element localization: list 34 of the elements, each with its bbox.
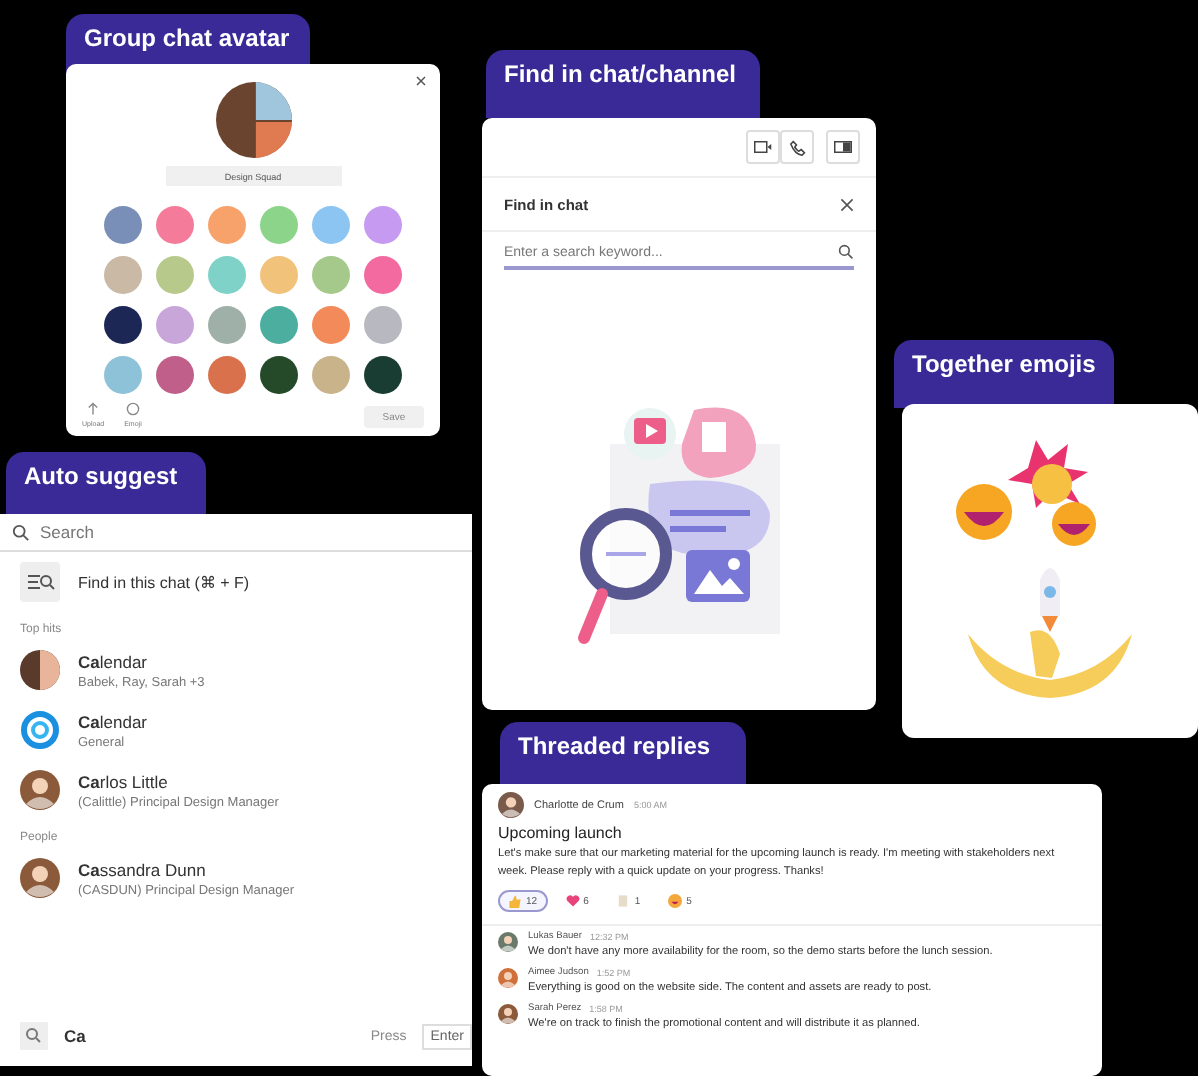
- reply-avatar: [498, 968, 518, 988]
- avatar-option[interactable]: [260, 356, 298, 394]
- query-text: Ca: [64, 1026, 86, 1046]
- swirl-logo-icon: [20, 710, 60, 750]
- reply-avatar: [498, 1004, 518, 1024]
- person-avatar: [20, 858, 60, 898]
- phone-icon[interactable]: [780, 130, 814, 164]
- share-screen-icon[interactable]: [826, 130, 860, 164]
- close-icon[interactable]: [416, 76, 426, 86]
- group-avatar: [215, 82, 291, 158]
- search-icon: [12, 523, 30, 541]
- emoji-icon[interactable]: [125, 402, 140, 416]
- section-label: Auto suggest: [6, 452, 206, 520]
- find-in-chat-icon: [20, 562, 60, 602]
- laughing-face-icon: [668, 894, 683, 908]
- author-avatar: [498, 792, 524, 818]
- find-in-chat-option[interactable]: Find in this chat (⌘ + F): [0, 552, 472, 612]
- search-icon: [20, 1022, 48, 1050]
- section-label: Threaded replies: [500, 722, 746, 790]
- post-subject: Upcoming launch: [496, 822, 624, 846]
- avatar-option[interactable]: [104, 306, 142, 344]
- reply-avatar: [498, 932, 518, 952]
- video-call-icon[interactable]: [746, 130, 780, 164]
- section-label: Together emojis: [894, 340, 1114, 408]
- upload-icon[interactable]: [86, 402, 101, 416]
- thumbs-up-icon: [508, 894, 522, 908]
- person-avatar: [20, 770, 60, 810]
- close-icon[interactable]: [840, 198, 854, 212]
- avatar-option[interactable]: [364, 356, 402, 394]
- section-label: Find in chat/channel: [486, 50, 760, 118]
- note-icon: [616, 894, 631, 908]
- group-avatar-icon: [20, 650, 60, 690]
- heart-icon: [565, 894, 580, 908]
- search-icon: [838, 244, 854, 260]
